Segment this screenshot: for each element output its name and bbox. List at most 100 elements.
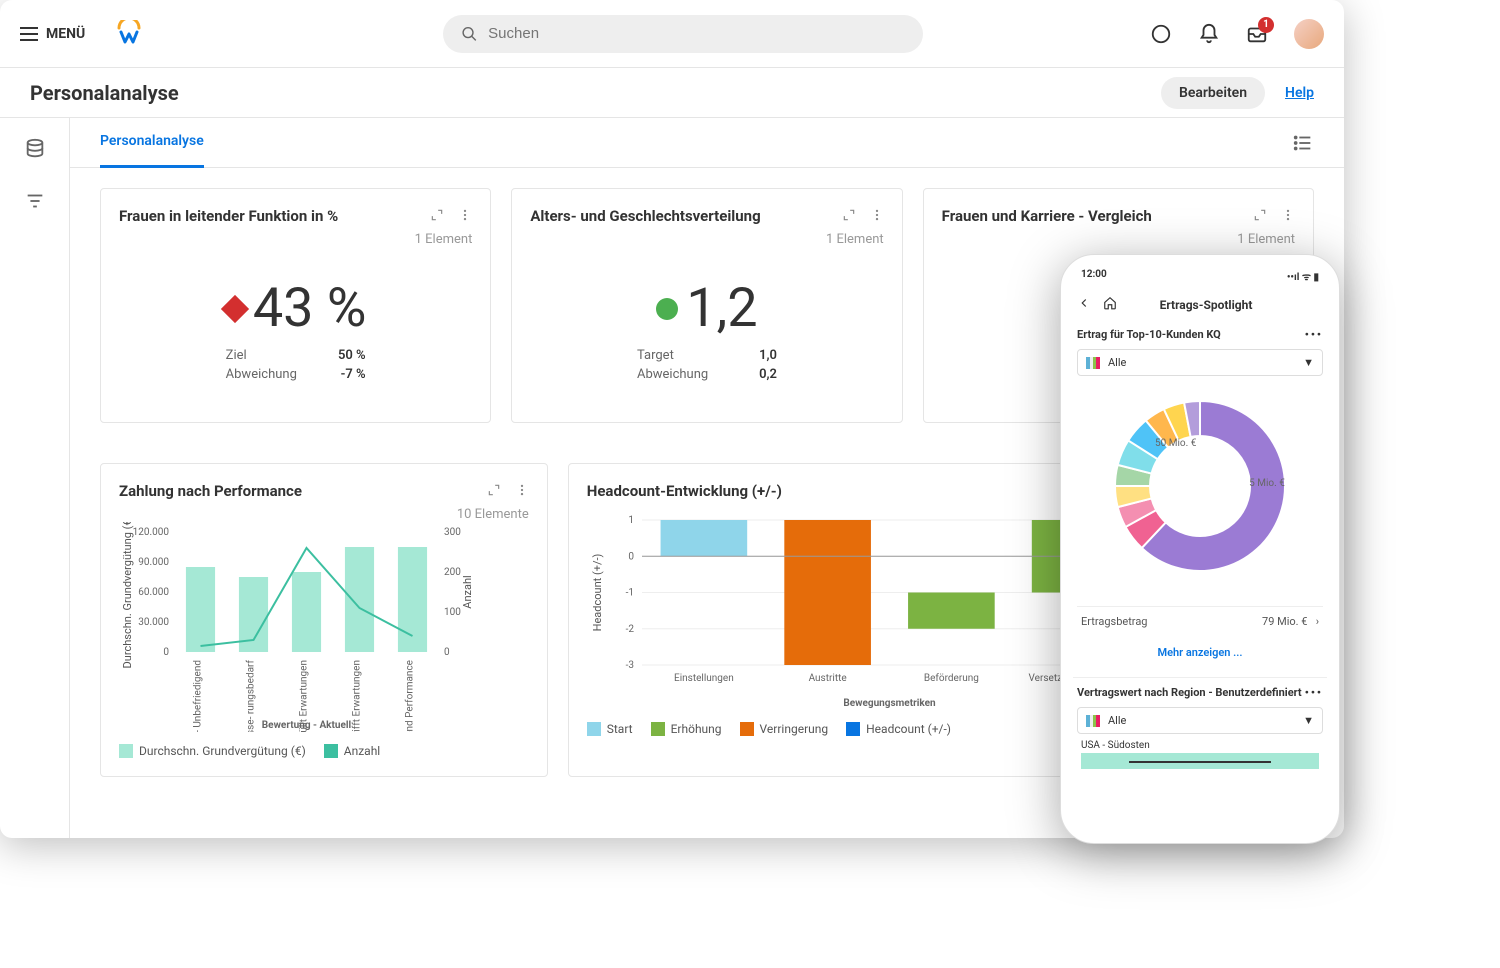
mobile-nav: Ertrags-Spotlight — [1073, 289, 1327, 320]
more-icon[interactable] — [870, 207, 884, 226]
subheader: Personalanalyse Bearbeiten Help — [0, 68, 1344, 118]
svg-text:0: 0 — [628, 551, 634, 562]
mobile-section-title: Vertragswert nach Region - Benutzerdefin… — [1077, 686, 1302, 699]
svg-text:Durchschn. Grundvergütung (€): Durchschn. Grundvergütung (€) — [121, 522, 134, 668]
svg-text:60.000: 60.000 — [138, 587, 169, 598]
more-icon[interactable] — [1281, 207, 1295, 226]
flag-swatch-icon — [1086, 715, 1100, 727]
card-sub: 1 Element — [942, 232, 1295, 247]
search-bar[interactable] — [443, 15, 923, 53]
mobile-title: Ertrags-Spotlight — [1129, 298, 1283, 312]
chevron-down-icon: ▼ — [1303, 714, 1314, 727]
mobile-statusbar: 12:00 ••ıl ᯤ ▮ — [1073, 269, 1327, 289]
svg-text:Headcount (+/-): Headcount (+/-) — [591, 553, 604, 631]
edit-button[interactable]: Bearbeiten — [1161, 77, 1265, 109]
svg-text:5 - Hervorragend Performance: 5 - Hervorragend Performance — [404, 660, 416, 732]
card-title: Zahlung nach Performance — [119, 482, 487, 500]
list-view-icon[interactable] — [1292, 132, 1314, 154]
svg-text:4 - Übertrifft Erwartungen: 4 - Übertrifft Erwartungen — [350, 660, 363, 732]
svg-text:90.000: 90.000 — [138, 557, 169, 568]
tab-personalanalyse[interactable]: Personalanalyse — [100, 118, 204, 168]
card-sub: 1 Element — [119, 232, 472, 247]
signal-icon: ••ıl ᯤ ▮ — [1287, 269, 1319, 283]
card-zahlung-performance: Zahlung nach Performance 10 Elemente 0 30… — [100, 463, 548, 777]
svg-text:1 - Unbefriedigend: 1 - Unbefriedigend — [192, 660, 204, 732]
inbox-icon[interactable]: 1 — [1246, 23, 1268, 45]
topbar-actions: 1 — [1150, 19, 1324, 49]
svg-text:1: 1 — [628, 515, 634, 526]
expand-icon[interactable] — [487, 482, 501, 501]
svg-text:50 Mio. €: 50 Mio. € — [1155, 438, 1197, 449]
filter-select[interactable]: Alle ▼ — [1077, 707, 1323, 734]
circle-icon — [656, 298, 678, 320]
card-title: Frauen in leitender Funktion in % — [119, 207, 430, 225]
svg-text:Austritte: Austritte — [808, 673, 846, 684]
svg-text:Bewertung - Aktuell: Bewertung - Aktuell — [262, 720, 352, 731]
card-alters-geschlecht: Alters- und Geschlechtsverteilung 1 Elem… — [511, 188, 902, 423]
bell-icon[interactable] — [1198, 23, 1220, 45]
card-title: Frauen und Karriere - Vergleich — [942, 207, 1253, 225]
expand-icon[interactable] — [430, 207, 444, 226]
kpi-value: 1,2 — [686, 277, 757, 340]
menu-label: MENÜ — [46, 26, 85, 42]
svg-text:0: 0 — [163, 647, 169, 658]
hamburger-icon — [20, 27, 38, 41]
chevron-down-icon: ▼ — [1303, 356, 1314, 369]
diamond-icon — [221, 294, 249, 322]
card-sub: 1 Element — [530, 232, 883, 247]
mobile-window: 12:00 ••ıl ᯤ ▮ Ertrags-Spotlight Ertrag … — [1060, 254, 1340, 844]
avatar[interactable] — [1294, 19, 1324, 49]
search-input[interactable] — [488, 25, 905, 42]
svg-text:-2: -2 — [625, 624, 634, 635]
kpi-value: 43 % — [253, 277, 367, 340]
chat-icon[interactable] — [1150, 23, 1172, 45]
bar-line-chart: 0 30.000 60.000 90.000 120.000 0 100 200 300 1 - … — [119, 522, 529, 736]
svg-text:0: 0 — [444, 647, 450, 658]
notification-badge: 1 — [1258, 17, 1274, 33]
bar-label: USA - Südosten — [1081, 740, 1319, 751]
svg-text:120.000: 120.000 — [133, 527, 170, 538]
more-icon[interactable]: ••• — [1305, 686, 1323, 699]
card-sub: 10 Elemente — [119, 507, 529, 522]
svg-text:30.000: 30.000 — [138, 617, 169, 628]
svg-text:Beförderung: Beförderung — [924, 672, 979, 684]
svg-text:100: 100 — [444, 607, 461, 618]
svg-text:200: 200 — [444, 567, 461, 578]
workday-logo[interactable] — [115, 20, 143, 48]
svg-text:5 Mio. €: 5 Mio. € — [1249, 478, 1285, 489]
expand-icon[interactable] — [842, 207, 856, 226]
svg-text:Bewegungsmetriken: Bewegungsmetriken — [843, 698, 936, 709]
tabs-row: Personalanalyse — [70, 118, 1344, 168]
donut-chart: 50 Mio. € 5 Mio. € — [1077, 376, 1323, 606]
svg-text:2 - Verbesse- rungsbedarf: 2 - Verbesse- rungsbedarf — [245, 659, 257, 732]
more-link[interactable]: Mehr anzeigen ... — [1077, 636, 1323, 669]
database-icon[interactable] — [24, 138, 46, 160]
expand-icon[interactable] — [1253, 207, 1267, 226]
page-title: Personalanalyse — [30, 81, 179, 105]
chevron-right-icon: › — [1316, 615, 1319, 628]
svg-text:300: 300 — [444, 527, 461, 538]
more-icon[interactable] — [458, 207, 472, 226]
filter-select[interactable]: Alle ▼ — [1077, 349, 1323, 376]
search-icon — [461, 25, 478, 43]
ertragsbetrag-row[interactable]: Ertragsbetrag 79 Mio. € › — [1077, 606, 1323, 636]
filter-icon[interactable] — [24, 190, 46, 212]
svg-text:Einstellungen: Einstellungen — [674, 673, 734, 684]
menu-button[interactable]: MENÜ — [20, 26, 85, 42]
svg-text:-1: -1 — [625, 588, 633, 599]
svg-text:-3: -3 — [625, 660, 633, 671]
card-title: Alters- und Geschlechtsverteilung — [530, 207, 841, 225]
help-link[interactable]: Help — [1285, 85, 1314, 101]
mobile-section-title: Ertrag für Top-10-Kunden KQ — [1077, 328, 1221, 341]
legend: Durchschn. Grundvergütung (€)Anzahl — [119, 744, 529, 758]
mini-bar — [1081, 753, 1319, 769]
more-icon[interactable] — [515, 482, 529, 501]
more-icon[interactable]: ••• — [1305, 328, 1323, 341]
svg-text:Anzahl: Anzahl — [461, 575, 474, 608]
back-icon[interactable] — [1077, 295, 1091, 314]
card-frauen-leitend: Frauen in leitender Funktion in % 1 Elem… — [100, 188, 491, 423]
flag-swatch-icon — [1086, 357, 1100, 369]
left-rail — [0, 118, 70, 838]
topbar: MENÜ 1 — [0, 0, 1344, 68]
home-icon[interactable] — [1103, 295, 1117, 314]
